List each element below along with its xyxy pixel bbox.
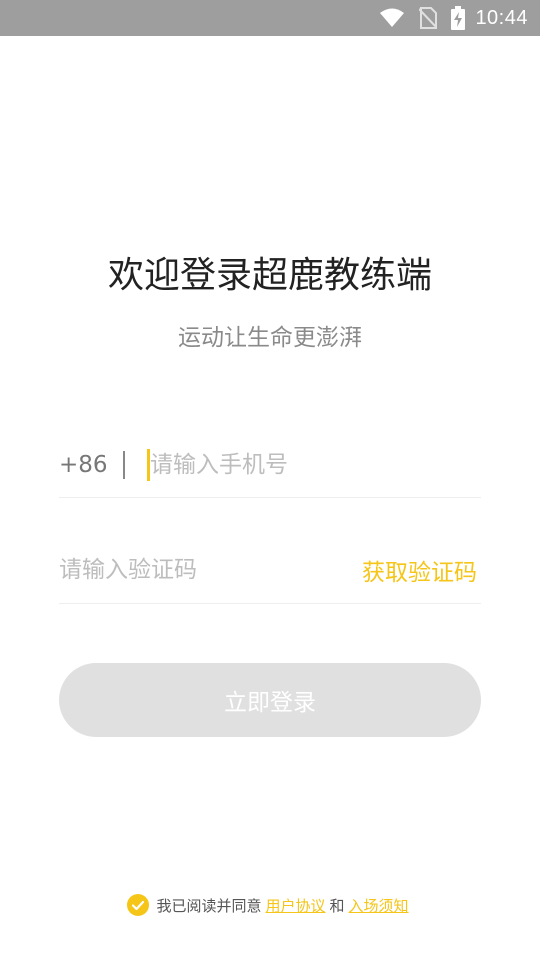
- agreement-prefix: 我已阅读并同意: [156, 896, 262, 915]
- status-time: 10:44: [475, 6, 528, 29]
- verification-code-input[interactable]: [59, 556, 319, 583]
- agreement-row: 我已阅读并同意 用户协议 和 入场须知: [0, 892, 540, 918]
- login-button[interactable]: 立即登录: [59, 663, 481, 737]
- country-code-divider: [123, 450, 125, 479]
- get-code-button[interactable]: 获取验证码: [362, 553, 477, 587]
- code-row: 获取验证码: [59, 536, 481, 604]
- user-agreement-link[interactable]: 用户协议: [265, 895, 325, 916]
- country-code[interactable]: +86: [59, 452, 123, 478]
- page-subtitle: 运动让生命更澎湃: [178, 325, 362, 351]
- page-title: 欢迎登录超鹿教练端: [107, 255, 432, 296]
- battery-charging-icon: [451, 6, 466, 30]
- entry-notice-link[interactable]: 入场须知: [349, 895, 409, 916]
- status-bar: 10:44: [0, 0, 540, 36]
- no-sim-icon: [419, 7, 438, 29]
- check-circle-icon[interactable]: [127, 894, 150, 916]
- phone-input[interactable]: [150, 451, 481, 478]
- wifi-icon: [379, 8, 405, 28]
- phone-row: +86: [59, 432, 481, 498]
- agreement-and: 和: [329, 896, 345, 915]
